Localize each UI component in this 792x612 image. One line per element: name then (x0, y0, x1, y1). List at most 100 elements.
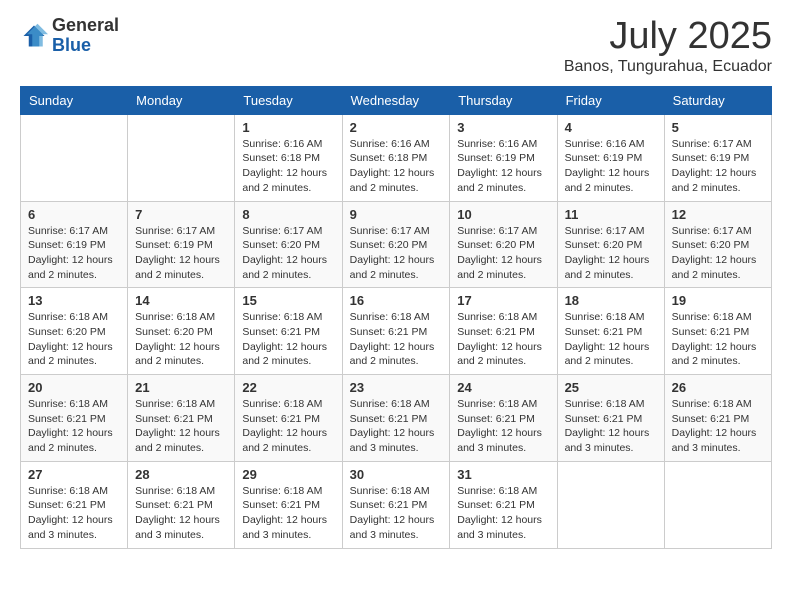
day-info: Sunrise: 6:18 AMSunset: 6:21 PMDaylight:… (28, 397, 120, 456)
calendar-cell: 4Sunrise: 6:16 AMSunset: 6:19 PMDaylight… (557, 114, 664, 201)
logo-general-text: General (52, 15, 119, 35)
day-header-thursday: Thursday (450, 86, 557, 114)
calendar-cell: 15 Sunrise: 6:18 AMSunset: 6:21 PMDayligh… (235, 288, 342, 375)
day-number: 5 (672, 120, 764, 135)
day-header-tuesday: Tuesday (235, 86, 342, 114)
calendar-cell: 31Sunrise: 6:18 AMSunset: 6:21 PMDayligh… (450, 461, 557, 548)
calendar-cell: 16 Sunrise: 6:18 AMSunset: 6:21 PMDayligh… (342, 288, 450, 375)
day-info: Sunrise: 6:17 AMSunset: 6:19 PMDaylight:… (135, 224, 227, 283)
day-info: Sunrise: 6:18 AMSunset: 6:20 PMDaylight:… (28, 310, 120, 369)
calendar-cell: 3 Sunrise: 6:16 AMSunset: 6:19 PMDaylight… (450, 114, 557, 201)
calendar-cell (557, 461, 664, 548)
day-info: Sunrise: 6:16 AMSunset: 6:19 PMDaylight:… (457, 137, 549, 196)
day-number: 27 (28, 467, 120, 482)
day-number: 21 (135, 380, 227, 395)
day-info: Sunrise: 6:18 AMSunset: 6:21 PMDaylight:… (565, 310, 657, 369)
day-info: Sunrise: 6:17 AMSunset: 6:19 PMDaylight:… (672, 137, 764, 196)
day-number: 9 (350, 207, 443, 222)
calendar-cell: 1Sunrise: 6:16 AMSunset: 6:18 PMDaylight… (235, 114, 342, 201)
day-info: Sunrise: 6:18 AMSunset: 6:21 PMDaylight:… (135, 397, 227, 456)
calendar-cell: 9 Sunrise: 6:17 AMSunset: 6:20 PMDaylight… (342, 201, 450, 288)
calendar-cell: 7 Sunrise: 6:17 AMSunset: 6:19 PMDaylight… (128, 201, 235, 288)
day-info: Sunrise: 6:18 AMSunset: 6:20 PMDaylight:… (135, 310, 227, 369)
location-title: Banos, Tungurahua, Ecuador (564, 58, 772, 76)
calendar-cell: 8 Sunrise: 6:17 AMSunset: 6:20 PMDaylight… (235, 201, 342, 288)
day-number: 31 (457, 467, 549, 482)
day-number: 18 (565, 293, 657, 308)
day-info: Sunrise: 6:18 AMSunset: 6:21 PMDaylight:… (350, 484, 443, 543)
logo-icon (20, 22, 48, 50)
day-number: 23 (350, 380, 443, 395)
day-info: Sunrise: 6:18 AMSunset: 6:21 PMDaylight:… (242, 484, 334, 543)
calendar-cell: 14Sunrise: 6:18 AMSunset: 6:20 PMDayligh… (128, 288, 235, 375)
calendar-cell: 26Sunrise: 6:18 AMSunset: 6:21 PMDayligh… (664, 375, 771, 462)
day-number: 1 (242, 120, 334, 135)
week-row-5: 27 Sunrise: 6:18 AMSunset: 6:21 PMDayligh… (21, 461, 772, 548)
calendar-cell: 27 Sunrise: 6:18 AMSunset: 6:21 PMDayligh… (21, 461, 128, 548)
day-info: Sunrise: 6:18 AMSunset: 6:21 PMDaylight:… (135, 484, 227, 543)
day-number: 3 (457, 120, 549, 135)
day-number: 4 (565, 120, 657, 135)
day-header-wednesday: Wednesday (342, 86, 450, 114)
day-info: Sunrise: 6:18 AMSunset: 6:21 PMDaylight:… (672, 310, 764, 369)
day-number: 25 (565, 380, 657, 395)
calendar-cell: 22 Sunrise: 6:18 AMSunset: 6:21 PMDayligh… (235, 375, 342, 462)
day-info: Sunrise: 6:18 AMSunset: 6:21 PMDaylight:… (242, 310, 334, 369)
calendar-cell: 29Sunrise: 6:18 AMSunset: 6:21 PMDayligh… (235, 461, 342, 548)
day-number: 20 (28, 380, 120, 395)
day-number: 8 (242, 207, 334, 222)
day-number: 2 (350, 120, 443, 135)
day-number: 17 (457, 293, 549, 308)
day-number: 12 (672, 207, 764, 222)
day-info: Sunrise: 6:17 AMSunset: 6:20 PMDaylight:… (242, 224, 334, 283)
day-info: Sunrise: 6:18 AMSunset: 6:21 PMDaylight:… (242, 397, 334, 456)
calendar-cell: 24 Sunrise: 6:18 AMSunset: 6:21 PMDayligh… (450, 375, 557, 462)
day-info: Sunrise: 6:18 AMSunset: 6:21 PMDaylight:… (350, 397, 443, 456)
day-info: Sunrise: 6:18 AMSunset: 6:21 PMDaylight:… (457, 310, 549, 369)
day-number: 7 (135, 207, 227, 222)
calendar-cell (128, 114, 235, 201)
calendar-cell: 17 Sunrise: 6:18 AMSunset: 6:21 PMDayligh… (450, 288, 557, 375)
week-row-4: 20 Sunrise: 6:18 AMSunset: 6:21 PMDayligh… (21, 375, 772, 462)
calendar-cell (664, 461, 771, 548)
month-title: July 2025 (564, 16, 772, 58)
calendar-table: SundayMondayTuesdayWednesdayThursdayFrid… (20, 86, 772, 549)
day-info: Sunrise: 6:17 AMSunset: 6:20 PMDaylight:… (672, 224, 764, 283)
day-number: 15 (242, 293, 334, 308)
week-row-2: 6 Sunrise: 6:17 AMSunset: 6:19 PMDaylight… (21, 201, 772, 288)
day-number: 6 (28, 207, 120, 222)
day-number: 22 (242, 380, 334, 395)
day-header-friday: Friday (557, 86, 664, 114)
calendar-cell: 6Sunrise: 6:17 AMSunset: 6:19 PMDaylight… (21, 201, 128, 288)
calendar-cell: 18 Sunrise: 6:18 AMSunset: 6:21 PMDayligh… (557, 288, 664, 375)
day-header-saturday: Saturday (664, 86, 771, 114)
day-info: Sunrise: 6:18 AMSunset: 6:21 PMDaylight:… (350, 310, 443, 369)
title-area: July 2025 Banos, Tungurahua, Ecuador (564, 16, 772, 76)
day-number: 13 (28, 293, 120, 308)
day-header-monday: Monday (128, 86, 235, 114)
day-header-sunday: Sunday (21, 86, 128, 114)
header: General Blue July 2025 Banos, Tungurahua… (20, 16, 772, 76)
day-number: 28 (135, 467, 227, 482)
day-info: Sunrise: 6:18 AMSunset: 6:21 PMDaylight:… (565, 397, 657, 456)
calendar-cell: 11 Sunrise: 6:17 AMSunset: 6:20 PMDayligh… (557, 201, 664, 288)
day-info: Sunrise: 6:18 AMSunset: 6:21 PMDaylight:… (457, 397, 549, 456)
day-number: 11 (565, 207, 657, 222)
day-info: Sunrise: 6:18 AMSunset: 6:21 PMDaylight:… (28, 484, 120, 543)
calendar-cell: 28 Sunrise: 6:18 AMSunset: 6:21 PMDayligh… (128, 461, 235, 548)
calendar-cell: 30Sunrise: 6:18 AMSunset: 6:21 PMDayligh… (342, 461, 450, 548)
calendar-cell: 12 Sunrise: 6:17 AMSunset: 6:20 PMDayligh… (664, 201, 771, 288)
day-number: 19 (672, 293, 764, 308)
days-header-row: SundayMondayTuesdayWednesdayThursdayFrid… (21, 86, 772, 114)
week-row-1: 1Sunrise: 6:16 AMSunset: 6:18 PMDaylight… (21, 114, 772, 201)
day-number: 16 (350, 293, 443, 308)
day-info: Sunrise: 6:17 AMSunset: 6:20 PMDaylight:… (565, 224, 657, 283)
day-number: 24 (457, 380, 549, 395)
calendar-cell: 23 Sunrise: 6:18 AMSunset: 6:21 PMDayligh… (342, 375, 450, 462)
day-info: Sunrise: 6:17 AMSunset: 6:20 PMDaylight:… (350, 224, 443, 283)
calendar-cell: 21 Sunrise: 6:18 AMSunset: 6:21 PMDayligh… (128, 375, 235, 462)
calendar-cell: 13 Sunrise: 6:18 AMSunset: 6:20 PMDayligh… (21, 288, 128, 375)
calendar-cell: 10Sunrise: 6:17 AMSunset: 6:20 PMDayligh… (450, 201, 557, 288)
day-info: Sunrise: 6:17 AMSunset: 6:20 PMDaylight:… (457, 224, 549, 283)
calendar-cell: 25 Sunrise: 6:18 AMSunset: 6:21 PMDayligh… (557, 375, 664, 462)
